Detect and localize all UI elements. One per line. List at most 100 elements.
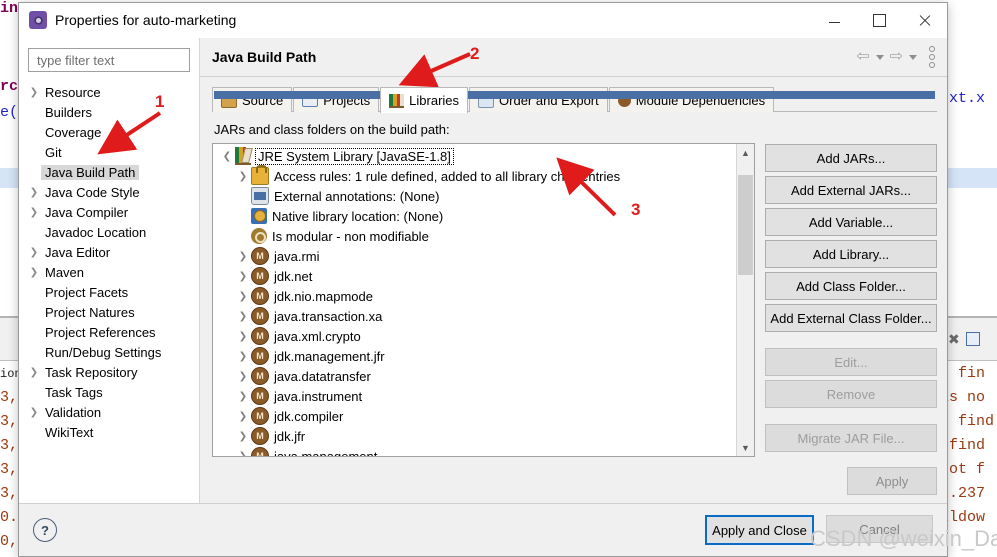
tab-source[interactable]: Source — [212, 87, 293, 112]
maximize-button[interactable] — [857, 3, 902, 37]
tree-row-module[interactable]: ❯ java.instrument — [213, 386, 754, 406]
libraries-books-icon — [389, 93, 405, 108]
chevron-right-icon[interactable]: ❯ — [27, 87, 41, 98]
nav-item-project-references[interactable]: Project References — [19, 322, 199, 342]
nav-item-project-facets[interactable]: Project Facets — [19, 282, 199, 302]
chevron-right-icon[interactable]: ❯ — [235, 371, 251, 382]
nav-item-builders[interactable]: Builders — [19, 102, 199, 122]
tree-row-native-library-location[interactable]: Native library location: (None) — [213, 206, 754, 226]
chevron-right-icon[interactable]: ❯ — [27, 407, 41, 418]
module-icon — [251, 347, 269, 365]
chevron-right-icon[interactable]: ❯ — [27, 267, 41, 278]
tree-row-module[interactable]: ❯ jdk.management.jfr — [213, 346, 754, 366]
back-dropdown-caret-icon[interactable] — [875, 54, 884, 60]
nav-item-git[interactable]: Git — [19, 142, 199, 162]
apply-and-close-button[interactable]: Apply and Close — [705, 515, 814, 545]
page-header: Java Build Path ⇦ ⇨ — [200, 38, 947, 77]
chevron-right-icon[interactable]: ❯ — [235, 451, 251, 457]
nav-item-maven[interactable]: ❯ Maven — [19, 262, 199, 282]
add-library-button[interactable]: Add Library... — [765, 240, 937, 268]
chevron-right-icon[interactable]: ❯ — [235, 271, 251, 282]
tree-row-module[interactable]: ❯ java.management — [213, 446, 754, 457]
nav-item-java-editor[interactable]: ❯ Java Editor — [19, 242, 199, 262]
cancel-button[interactable]: Cancel — [826, 515, 933, 543]
chevron-right-icon[interactable]: ❯ — [235, 391, 251, 402]
tree-row-external-annotations[interactable]: External annotations: (None) — [213, 186, 754, 206]
minimize-button[interactable] — [812, 3, 857, 37]
apply-button[interactable]: Apply — [847, 467, 937, 495]
nav-item-java-build-path[interactable]: Java Build Path — [19, 162, 199, 182]
add-variable-button[interactable]: Add Variable... — [765, 208, 937, 236]
module-icon — [251, 367, 269, 385]
annotation-number-2: 2 — [470, 44, 480, 63]
nav-item-project-natures[interactable]: Project Natures — [19, 302, 199, 322]
add-class-folder-button[interactable]: Add Class Folder... — [765, 272, 937, 300]
tree-vertical-scrollbar[interactable]: ▲ ▼ — [736, 144, 754, 456]
nav-item-label: Builders — [45, 104, 92, 120]
nav-item-java-code-style[interactable]: ❯ Java Code Style — [19, 182, 199, 202]
tree-row-module[interactable]: ❯ java.datatransfer — [213, 366, 754, 386]
view-menu-icon[interactable] — [929, 46, 935, 68]
tree-row-module[interactable]: ❯ java.rmi — [213, 246, 754, 266]
remove-button[interactable]: Remove — [765, 380, 937, 408]
chevron-right-icon[interactable]: ❯ — [235, 171, 251, 182]
scroll-down-arrow-icon[interactable]: ▼ — [737, 439, 754, 456]
forward-arrow-icon[interactable]: ⇨ — [890, 49, 903, 65]
close-button[interactable] — [902, 3, 947, 37]
forward-dropdown-caret-icon[interactable] — [909, 54, 917, 60]
tree-row-jre-system-library[interactable]: ❮ JRE System Library [JavaSE-1.8] — [213, 146, 754, 166]
chevron-right-icon[interactable]: ❯ — [235, 351, 251, 362]
chevron-right-icon[interactable]: ❯ — [235, 331, 251, 342]
chevron-right-icon[interactable]: ❯ — [235, 411, 251, 422]
chevron-down-icon[interactable]: ❮ — [219, 151, 235, 162]
chevron-right-icon[interactable]: ❯ — [27, 247, 41, 258]
tree-row-module[interactable]: ❯ jdk.net — [213, 266, 754, 286]
nav-item-resource[interactable]: ❯ Resource — [19, 82, 199, 102]
tree-row-module[interactable]: ❯ java.xml.crypto — [213, 326, 754, 346]
chevron-right-icon[interactable]: ❯ — [235, 291, 251, 302]
button-label: Add Library... — [812, 246, 890, 262]
tree-row-module[interactable]: ❯ jdk.jfr — [213, 426, 754, 446]
tree-row-module[interactable]: ❯ java.transaction.xa — [213, 306, 754, 326]
nav-item-task-repository[interactable]: ❯ Task Repository — [19, 362, 199, 382]
tree-row-is-modular[interactable]: Is modular - non modifiable — [213, 226, 754, 246]
chevron-right-icon[interactable]: ❯ — [27, 367, 41, 378]
page-header-tools: ⇦ ⇨ — [856, 46, 939, 68]
chevron-right-icon[interactable]: ❯ — [27, 187, 41, 198]
button-label: Apply and Close — [712, 522, 807, 538]
nav-item-validation[interactable]: ❯ Validation — [19, 402, 199, 422]
add-jars-button[interactable]: Add JARs... — [765, 144, 937, 172]
tree-row-module[interactable]: ❯ jdk.nio.mapmode — [213, 286, 754, 306]
filter-input[interactable] — [35, 51, 183, 69]
nav-item-wikitext[interactable]: WikiText — [19, 422, 199, 442]
add-external-class-folder-button[interactable]: Add External Class Folder... — [765, 304, 937, 332]
back-arrow-icon[interactable]: ⇦ — [856, 49, 869, 65]
nav-item-run-debug-settings[interactable]: Run/Debug Settings — [19, 342, 199, 362]
tree-row-label: Is modular - non modifiable — [272, 228, 429, 244]
chevron-right-icon[interactable]: ❯ — [235, 431, 251, 442]
nav-item-task-tags[interactable]: Task Tags — [19, 382, 199, 402]
edit-button[interactable]: Edit... — [765, 348, 937, 376]
library-action-buttons: Add JARs... Add External JARs... Add Var… — [765, 143, 937, 457]
libraries-panel: JARs and class folders on the build path… — [212, 112, 937, 503]
tab-libraries[interactable]: Libraries — [380, 87, 469, 113]
scrollbar-thumb[interactable] — [738, 175, 753, 275]
build-path-tree[interactable]: ❮ JRE System Library [JavaSE-1.8] ❯ Acce… — [212, 143, 755, 457]
nav-item-label: Task Repository — [45, 364, 138, 380]
chevron-right-icon[interactable]: ❯ — [235, 251, 251, 262]
chevron-right-icon[interactable]: ❯ — [27, 207, 41, 218]
scroll-up-arrow-icon[interactable]: ▲ — [737, 144, 754, 161]
nav-item-javadoc-location[interactable]: Javadoc Location — [19, 222, 199, 242]
add-external-jars-button[interactable]: Add External JARs... — [765, 176, 937, 204]
tree-row-module[interactable]: ❯ jdk.compiler — [213, 406, 754, 426]
filter-box[interactable] — [28, 48, 190, 72]
nav-item-java-compiler[interactable]: ❯ Java Compiler — [19, 202, 199, 222]
tree-row-access-rules[interactable]: ❯ Access rules: 1 rule defined, added to… — [213, 165, 754, 186]
nav-item-coverage[interactable]: Coverage — [19, 122, 199, 142]
scrollbar-track[interactable] — [737, 161, 754, 439]
help-icon[interactable]: ? — [33, 518, 57, 542]
chevron-right-icon[interactable]: ❯ — [235, 311, 251, 322]
tree-row-label: jdk.nio.mapmode — [274, 288, 373, 304]
source-folder-icon — [221, 92, 237, 108]
migrate-jar-file-button[interactable]: Migrate JAR File... — [765, 424, 937, 452]
